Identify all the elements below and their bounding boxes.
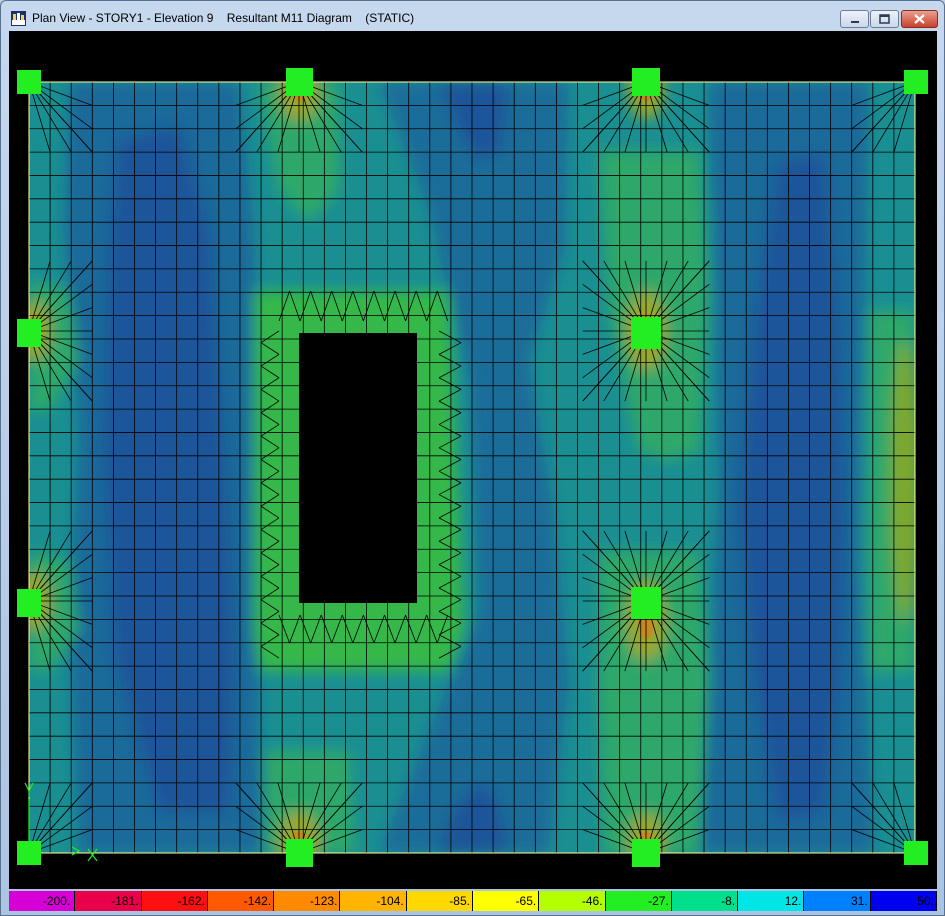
legend-label: -104.	[376, 894, 404, 908]
legend-label: -123.	[310, 894, 338, 908]
window-title: Plan View - STORY1 - Elevation 9 Resulta…	[32, 11, 415, 25]
column-support	[286, 68, 313, 96]
legend-label: -181.	[111, 894, 139, 908]
column-support	[632, 68, 660, 96]
legend-swatch: -27.	[605, 891, 672, 911]
legend-swatch: -46.	[539, 891, 606, 911]
legend-label: -27.	[648, 894, 669, 908]
column-support	[904, 841, 928, 865]
legend-swatch: -162.	[141, 891, 208, 911]
column-support	[631, 587, 661, 619]
column-support	[631, 317, 661, 349]
legend-swatch: -104.	[340, 891, 407, 911]
legend-swatch: -181.	[75, 891, 142, 911]
restore-button[interactable]	[870, 10, 899, 28]
legend-swatch: -200.	[9, 891, 76, 911]
column-support	[286, 839, 313, 867]
minimize-button[interactable]	[840, 10, 869, 28]
minimize-icon	[851, 21, 859, 23]
legend-swatch: -65.	[472, 891, 540, 911]
plan-view-canvas[interactable]	[9, 31, 937, 889]
contour-legend: -200. -181. -162. -142. -123. -104. -85. -65. -4…	[9, 891, 937, 911]
column-support	[17, 70, 41, 94]
legend-label: -85.	[449, 894, 470, 908]
legend-swatch: -8.	[671, 891, 739, 911]
app-icon	[11, 11, 26, 26]
legend-label: 12.	[784, 894, 802, 908]
slab-opening	[299, 333, 417, 603]
close-icon	[914, 14, 925, 24]
restore-icon	[879, 14, 890, 24]
contour-band	[64, 82, 269, 853]
title-bar[interactable]: Plan View - STORY1 - Elevation 9 Resulta…	[1, 1, 944, 35]
legend-label: -142.	[243, 894, 272, 908]
legend-swatch: 31.	[804, 891, 871, 911]
column-support	[904, 70, 928, 94]
m11-contour-plot[interactable]	[9, 31, 937, 889]
legend-label: 50.	[917, 894, 934, 908]
column-support	[17, 589, 41, 617]
legend-swatch: -123.	[274, 891, 341, 911]
column-support	[632, 839, 660, 867]
app-window: Plan View - STORY1 - Elevation 9 Resulta…	[0, 0, 945, 916]
legend-label: -200.	[42, 894, 71, 908]
legend-label: 31.	[850, 894, 868, 908]
legend-label: -65.	[515, 894, 537, 908]
legend-swatch: 50.	[870, 891, 937, 911]
legend-label: -8.	[721, 894, 736, 908]
legend-label: -162.	[177, 894, 205, 908]
close-button[interactable]	[901, 10, 938, 28]
legend-swatch: 12.	[738, 891, 805, 911]
contour-bands	[29, 82, 915, 853]
legend-label: -46.	[581, 894, 603, 908]
legend-swatch: -142.	[207, 891, 275, 911]
legend-swatch: -85.	[406, 891, 473, 911]
column-support	[17, 319, 41, 347]
